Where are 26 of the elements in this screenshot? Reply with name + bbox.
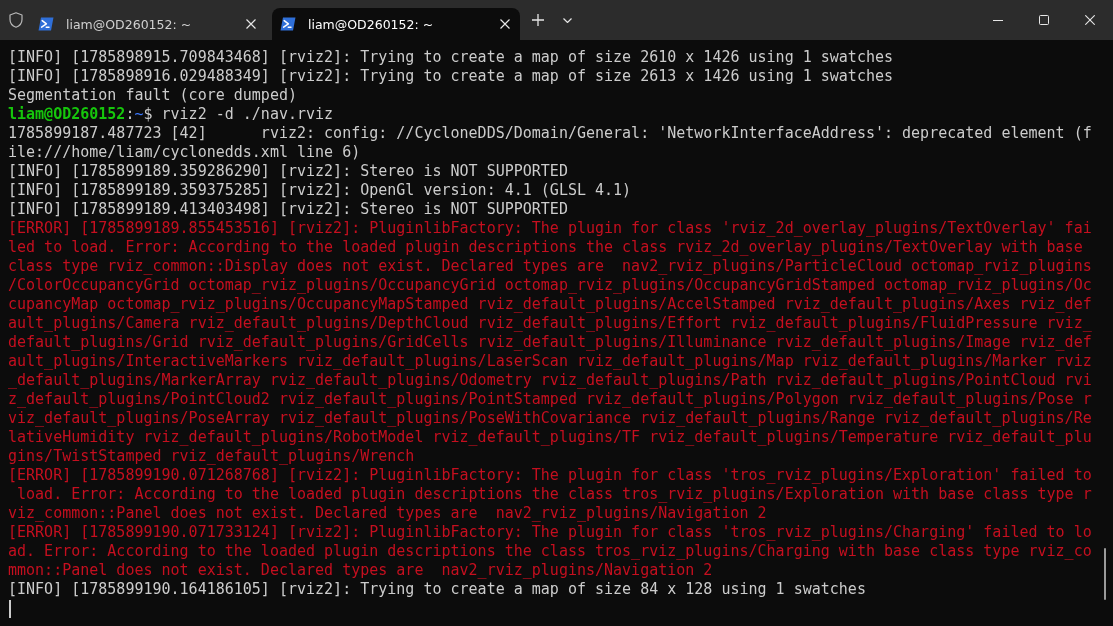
error-message: [ERROR] [1785899189.855453516] [rviz2]: PluginlibFactory: The plugin for class 'rviz_2d_overlay_plugins/TextOverlay' failed to load. Error: According to the loaded plugin descriptions the class rviz_2d_overlay_plugins/TextOverlay with base class type rviz_common::Display does not exist. Declared types are nav2_rviz_plugins/ParticleCloud octomap_rviz_plugins/ColorOccupancyGrid octomap_rviz_plugins/OccupancyGrid octomap_rviz_plugins/OccupancyGridStamped octomap_rviz_plugins/OccupancyMap octomap_rviz_plugins/OccupancyMapStamped rviz_default_plugins/AccelStamped rviz_default_plugins/Axes rviz_default_plugins/Camera rviz_default_plugins/DepthCloud rviz_default_plugins/Effort rviz_default_plugins/FluidPressure rviz_default_plugins/Grid rviz_default_plugins/GridCells rviz_default_plugins/Illuminance rviz_default_plugins/Image rviz_default_plugins/InteractiveMarkers rviz_default_plugins/LaserScan rviz_default_plugins/Map rviz_default_plugins/Marker rviz_default_plugins/MarkerArray rviz_default_plugins/Odometry rviz_default_plugins/Path rviz_default_plugins/PointCloud rviz_default_plugins/PointCloud2 rviz_default_plugins/PointStamped rviz_default_plugins/Polygon rviz_default_plugins/Pose rviz_default_plugins/PoseArray rviz_default_plugins/PoseWithCovariance rviz_default_plugins/Range rviz_default_plugins/RelativeHumidity rviz_default_plugins/RobotModel rviz_default_plugins/TF rviz_default_plugins/Temperature rviz_default_plugins/TwistStamped rviz_default_plugins/Wrench: [8, 219, 1092, 466]
log-line: Segmentation fault (core dumped): [8, 86, 297, 105]
tab[interactable]: liam@OD260152: ~: [30, 8, 266, 40]
log-line: [INFO] [1785899189.359375285] [rviz2]: OpenGl version: 4.1 (GLSL 4.1): [8, 181, 632, 200]
log-line: [INFO] [1785899189.359286290] [rviz2]: Stereo is NOT SUPPORTED: [8, 162, 568, 181]
chevron-down-icon[interactable]: [563, 18, 572, 23]
log-line: [INFO] [1785899189.413403498] [rviz2]: Stereo is NOT SUPPORTED: [8, 200, 568, 219]
error-message: [ERROR] [1785899190.071268768] [rviz2]: PluginlibFactory: The plugin for class 'tros_rviz_plugins/Exploration' failed to load. Error: According to the loaded plugin descriptions the class tros_rviz_plugins/Exploration with base class type rviz_common::Panel does not exist. Declared types are nav2_rviz_plugins/Navigation 2: [8, 466, 1092, 523]
tab[interactable]: liam@OD260152: ~: [272, 8, 520, 40]
log-line: 1785899187.487723 [42] rviz2: config: //CycloneDDS/Domain/General: 'NetworkInterfaceAddress': deprecated element (file:///home/liam/cyclonedds.xml line 6): [8, 124, 1092, 162]
scrollbar-thumb[interactable]: [1104, 548, 1106, 600]
close-icon[interactable]: [1085, 15, 1095, 25]
command-prompt: liam@OD260152:~$ rviz2 -d ./nav.rviz: [8, 105, 334, 124]
terminal-icon: [280, 16, 296, 32]
shield-icon: [9, 12, 23, 28]
error-message: [ERROR] [1785899190.071733124] [rviz2]: PluginlibFactory: The plugin for class 'tros_rviz_plugins/Charging' failed to load. Error: According to the loaded plugin descriptions the class tros_rviz_plugins/Charging with base class type rviz_common::Panel does not exist. Declared types are nav2_rviz_plugins/Navigation 2: [8, 523, 1092, 580]
plus-icon[interactable]: [532, 14, 544, 26]
close-icon[interactable]: [500, 19, 510, 29]
log-line: [INFO] [1785898916.029488349] [rviz2]: Trying to create a map of size 2613 x 1426 using 1 swatches: [8, 67, 893, 86]
text-cursor: [9, 600, 11, 618]
log-line: [INFO] [1785898915.709843468] [rviz2]: Trying to create a map of size 2610 x 1426 using 1 swatches: [8, 48, 893, 67]
maximize-icon[interactable]: [1039, 15, 1049, 25]
minimize-icon[interactable]: [993, 19, 1003, 21]
terminal-icon: [38, 16, 54, 32]
close-icon[interactable]: [246, 19, 256, 29]
log-line: [INFO] [1785899190.164186105] [rviz2]: Trying to create a map of size 84 x 128 using 1 swatches: [8, 580, 866, 599]
